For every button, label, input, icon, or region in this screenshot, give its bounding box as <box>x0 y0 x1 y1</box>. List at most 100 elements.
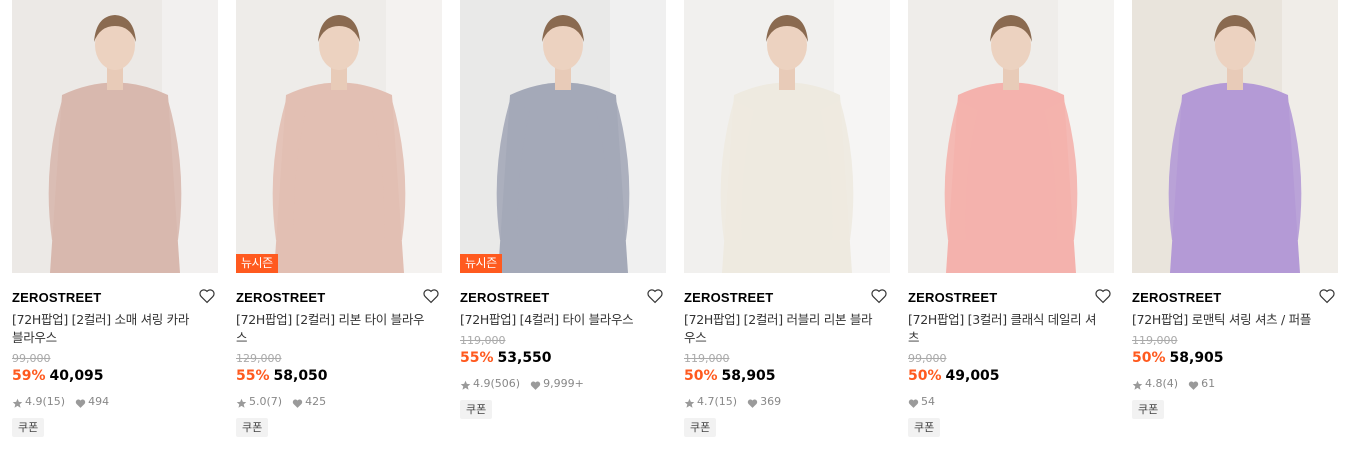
wishlist-heart-icon[interactable] <box>646 287 664 305</box>
review-count: (15) <box>714 395 738 408</box>
rating-value: 4.8 <box>1145 377 1163 390</box>
sale-price: 58,050 <box>273 368 328 384</box>
product-card[interactable]: ZEROSTREET [72H팝업] [2컬러] 소매 셔링 카라 블라우스 99,… <box>12 0 218 437</box>
heart-icon <box>747 397 758 408</box>
product-image[interactable] <box>908 0 1114 273</box>
product-image[interactable] <box>1132 0 1338 273</box>
product-name[interactable]: [72H팝업] [4컬러] 타이 블라우스 <box>460 311 650 329</box>
product-card[interactable]: 뉴시즌 ZEROSTREET [72H팝업] [4컬러] 타이 블라우스 119,00… <box>460 0 666 419</box>
heart-icon <box>1188 379 1199 390</box>
discount-rate: 55% <box>236 368 270 384</box>
product-stats: 4.9 (15) 494 <box>12 393 218 411</box>
likes-group: 54 <box>908 393 935 411</box>
likes-count: 369 <box>760 395 782 408</box>
star-icon <box>684 397 695 408</box>
rating-group: 5.0 (7) <box>236 393 282 411</box>
product-image[interactable] <box>12 0 218 273</box>
brand-name[interactable]: ZEROSTREET <box>1132 290 1221 305</box>
product-name[interactable]: [72H팝업] [2컬러] 리본 타이 블라우스 <box>236 311 426 347</box>
product-stats: 4.8 (4) 61 <box>1132 375 1338 393</box>
price-row: 50% 58,905 <box>684 366 890 386</box>
product-name[interactable]: [72H팝업] [2컬러] 소매 셔링 카라 블라우스 <box>12 311 202 347</box>
discount-rate: 50% <box>908 368 942 384</box>
price-row: 50% 58,905 <box>1132 348 1338 368</box>
coupon-badge: 쿠폰 <box>1132 400 1165 419</box>
rating-value: 4.9 <box>473 377 491 390</box>
coupon-badge: 쿠폰 <box>460 400 493 419</box>
brand-name[interactable]: ZEROSTREET <box>460 290 549 305</box>
sale-price: 58,905 <box>721 368 776 384</box>
star-icon <box>1132 379 1143 390</box>
likes-count: 9,999+ <box>543 377 584 390</box>
brand-name[interactable]: ZEROSTREET <box>684 290 773 305</box>
likes-group: 61 <box>1188 375 1215 393</box>
product-card[interactable]: ZEROSTREET [72H팝업] [2컬러] 러블리 리본 블라우스 119,0… <box>684 0 890 437</box>
product-name[interactable]: [72H팝업] [3컬러] 클래식 데일리 셔츠 <box>908 311 1098 347</box>
discount-rate: 59% <box>12 368 46 384</box>
original-price: 119,000 <box>684 352 730 365</box>
wishlist-heart-icon[interactable] <box>1318 287 1336 305</box>
discount-rate: 55% <box>460 350 494 366</box>
likes-group: 425 <box>292 393 326 411</box>
price-row: 59% 40,095 <box>12 366 218 386</box>
new-season-badge: 뉴시즌 <box>236 254 278 273</box>
product-card[interactable]: ZEROSTREET [72H팝업] 로맨틱 셔링 셔츠 / 퍼플 119,000 5… <box>1132 0 1338 419</box>
review-count: (7) <box>266 395 283 408</box>
likes-group: 9,999+ <box>530 375 584 393</box>
heart-icon <box>908 397 919 408</box>
brand-name[interactable]: ZEROSTREET <box>908 290 997 305</box>
wishlist-heart-icon[interactable] <box>1094 287 1112 305</box>
product-name[interactable]: [72H팝업] [2컬러] 러블리 리본 블라우스 <box>684 311 874 347</box>
review-count: (4) <box>1162 377 1179 390</box>
brand-name[interactable]: ZEROSTREET <box>236 290 325 305</box>
product-stats: 54 <box>908 393 1114 411</box>
sale-price: 40,095 <box>49 368 104 384</box>
likes-count: 425 <box>305 395 327 408</box>
sale-price: 53,550 <box>497 350 552 366</box>
coupon-badge: 쿠폰 <box>684 418 717 437</box>
rating-group: 4.9 (15) <box>12 393 65 411</box>
product-image[interactable]: 뉴시즌 <box>236 0 442 273</box>
coupon-badge: 쿠폰 <box>236 418 269 437</box>
brand-name[interactable]: ZEROSTREET <box>12 290 101 305</box>
product-card[interactable]: ZEROSTREET [72H팝업] [3컬러] 클래식 데일리 셔츠 99,000… <box>908 0 1114 437</box>
original-price: 119,000 <box>460 334 506 347</box>
star-icon <box>236 397 247 408</box>
price-row: 50% 49,005 <box>908 366 1114 386</box>
coupon-badge: 쿠폰 <box>12 418 45 437</box>
star-icon <box>460 379 471 390</box>
product-stats: 4.7 (15) 369 <box>684 393 890 411</box>
heart-icon <box>530 379 541 390</box>
heart-icon <box>292 397 303 408</box>
original-price: 99,000 <box>908 352 947 365</box>
likes-count: 494 <box>88 395 110 408</box>
original-price: 129,000 <box>236 352 282 365</box>
price-row: 55% 53,550 <box>460 348 666 368</box>
original-price: 99,000 <box>12 352 51 365</box>
rating-value: 4.9 <box>25 395 43 408</box>
likes-count: 61 <box>1201 377 1216 390</box>
discount-rate: 50% <box>1132 350 1166 366</box>
product-card[interactable]: 뉴시즌 ZEROSTREET [72H팝업] [2컬러] 리본 타이 블라우스 129… <box>236 0 442 437</box>
sale-price: 49,005 <box>945 368 1000 384</box>
new-season-badge: 뉴시즌 <box>460 254 502 273</box>
product-name[interactable]: [72H팝업] 로맨틱 셔링 셔츠 / 퍼플 <box>1132 311 1322 329</box>
rating-group: 4.7 (15) <box>684 393 737 411</box>
product-grid: ZEROSTREET [72H팝업] [2컬러] 소매 셔링 카라 블라우스 99,… <box>0 0 1350 465</box>
likes-group: 369 <box>747 393 781 411</box>
rating-value: 4.7 <box>697 395 715 408</box>
discount-rate: 50% <box>684 368 718 384</box>
wishlist-heart-icon[interactable] <box>422 287 440 305</box>
star-icon <box>12 397 23 408</box>
product-image[interactable] <box>684 0 890 273</box>
rating-group: 4.9 (506) <box>460 375 520 393</box>
likes-count: 54 <box>921 395 935 408</box>
price-row: 55% 58,050 <box>236 366 442 386</box>
product-image[interactable]: 뉴시즌 <box>460 0 666 273</box>
rating-value: 5.0 <box>249 395 267 408</box>
original-price: 119,000 <box>1132 334 1178 347</box>
wishlist-heart-icon[interactable] <box>870 287 888 305</box>
likes-group: 494 <box>75 393 109 411</box>
wishlist-heart-icon[interactable] <box>198 287 216 305</box>
coupon-badge: 쿠폰 <box>908 418 941 437</box>
